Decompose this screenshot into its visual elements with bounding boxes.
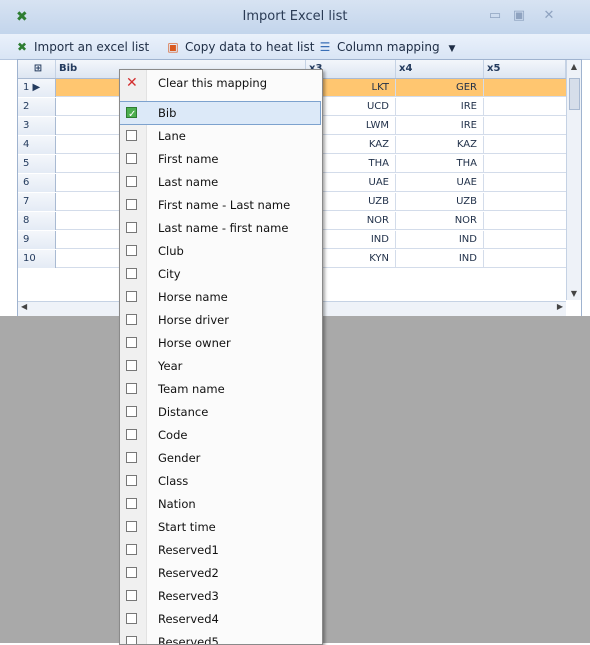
checkbox-icon (126, 613, 137, 624)
chevron-down-icon: ▼ (448, 44, 456, 54)
table-cell[interactable]: KAZ (396, 136, 484, 154)
menu-item-horse-name[interactable]: Horse name (120, 286, 320, 308)
column-mapping-button[interactable]: ☰ Column mapping ▼ (317, 38, 456, 56)
column-mapping-menu: ✕ Clear this mapping Bib Lane First name… (119, 69, 323, 645)
checkbox-icon (126, 544, 137, 555)
table-cell[interactable]: GER (396, 79, 484, 97)
copy-icon: ▣ (167, 40, 179, 54)
toolbar: ✖ Import an excel list ▣ Copy data to heat… (0, 34, 590, 60)
close-button[interactable]: ✕ (538, 7, 560, 25)
clear-mapping-item[interactable]: ✕ Clear this mapping (120, 72, 320, 94)
scroll-left-icon[interactable]: ◀ (21, 302, 27, 311)
checkbox-icon (126, 176, 137, 187)
table-cell[interactable]: UAE (396, 174, 484, 192)
checkbox-icon (126, 452, 137, 463)
row-number: 3 (18, 117, 56, 135)
checkbox-icon (126, 314, 137, 325)
menu-item-distance[interactable]: Distance (120, 401, 320, 423)
menu-item-team-name[interactable]: Team name (120, 378, 320, 400)
menu-item-bib[interactable]: Bib (120, 101, 321, 126)
checkbox-icon (126, 383, 137, 394)
checkbox-icon (126, 429, 137, 440)
copy-to-heat-button[interactable]: ▣ Copy data to heat list (165, 38, 314, 56)
checkbox-icon (126, 291, 137, 302)
import-excel-button[interactable]: ✖ Import an excel list (14, 38, 149, 56)
checkbox-icon (126, 222, 137, 233)
row-number: 9 (18, 231, 56, 249)
menu-item-first-name[interactable]: First name (120, 148, 320, 170)
menu-item-year[interactable]: Year (120, 355, 320, 377)
checkbox-icon (126, 636, 137, 644)
row-number: 2 (18, 98, 56, 116)
checkbox-icon (126, 498, 137, 509)
row-number: 6 (18, 174, 56, 192)
menu-item-horse-owner[interactable]: Horse owner (120, 332, 320, 354)
row-number: 1 ▶ (18, 79, 56, 97)
checkbox-icon (126, 130, 137, 141)
row-number: 5 (18, 155, 56, 173)
menu-item-gender[interactable]: Gender (120, 447, 320, 469)
menu-item-reserved3[interactable]: Reserved3 (120, 585, 320, 607)
table-cell[interactable]: IRE (396, 117, 484, 135)
checkbox-icon (126, 337, 137, 348)
checkbox-icon (126, 199, 137, 210)
row-number: 10 (18, 250, 56, 268)
checkbox-icon (126, 406, 137, 417)
checkbox-icon (126, 104, 137, 126)
checkbox-icon (126, 360, 137, 371)
column-header[interactable]: x5 (484, 60, 566, 78)
checkbox-icon (126, 245, 137, 256)
menu-item-club[interactable]: Club (120, 240, 320, 262)
row-number: 8 (18, 212, 56, 230)
menu-item-nation[interactable]: Nation (120, 493, 320, 515)
menu-item-last-name[interactable]: Last name (120, 171, 320, 193)
menu-item-reserved4[interactable]: Reserved4 (120, 608, 320, 630)
menu-item-class[interactable]: Class (120, 470, 320, 492)
table-cell[interactable]: NOR (396, 212, 484, 230)
menu-item-reserved2[interactable]: Reserved2 (120, 562, 320, 584)
checkbox-icon (126, 567, 137, 578)
row-number: 4 (18, 136, 56, 154)
row-number: 7 (18, 193, 56, 211)
grid-corner-icon[interactable]: ⊞ (18, 60, 56, 78)
table-cell[interactable]: IND (396, 250, 484, 268)
menu-item-code[interactable]: Code (120, 424, 320, 446)
column-header[interactable]: x4 (396, 60, 484, 78)
menu-item-lane[interactable]: Lane (120, 125, 320, 147)
scroll-right-icon[interactable]: ▶ (557, 302, 563, 311)
checkbox-icon (126, 153, 137, 164)
checkbox-icon (126, 521, 137, 532)
maximize-button[interactable]: ▣ (508, 7, 530, 25)
import-icon: ✖ (16, 40, 28, 54)
table-cell[interactable]: THA (396, 155, 484, 173)
scroll-thumb[interactable] (569, 78, 580, 110)
scroll-down-icon[interactable]: ▼ (567, 289, 581, 298)
menu-item-reserved1[interactable]: Reserved1 (120, 539, 320, 561)
checkbox-icon (126, 475, 137, 486)
menu-item-last-first[interactable]: Last name - first name (120, 217, 320, 239)
menu-item-first-last[interactable]: First name - Last name (120, 194, 320, 216)
checkbox-icon (126, 590, 137, 601)
mapping-icon: ☰ (319, 40, 331, 54)
table-cell[interactable]: IND (396, 231, 484, 249)
menu-item-city[interactable]: City (120, 263, 320, 285)
minimize-button[interactable]: ▭ (484, 7, 506, 25)
checkbox-icon (126, 268, 137, 279)
clear-icon: ✕ (126, 75, 138, 91)
vertical-scrollbar[interactable]: ▲ ▼ (566, 60, 581, 300)
table-cell[interactable]: IRE (396, 98, 484, 116)
title-bar: ✖ Import Excel list ▭ ▣ ✕ (0, 0, 590, 34)
menu-item-horse-driver[interactable]: Horse driver (120, 309, 320, 331)
menu-item-start-time[interactable]: Start time (120, 516, 320, 538)
scroll-up-icon[interactable]: ▲ (567, 62, 581, 71)
table-cell[interactable]: UZB (396, 193, 484, 211)
